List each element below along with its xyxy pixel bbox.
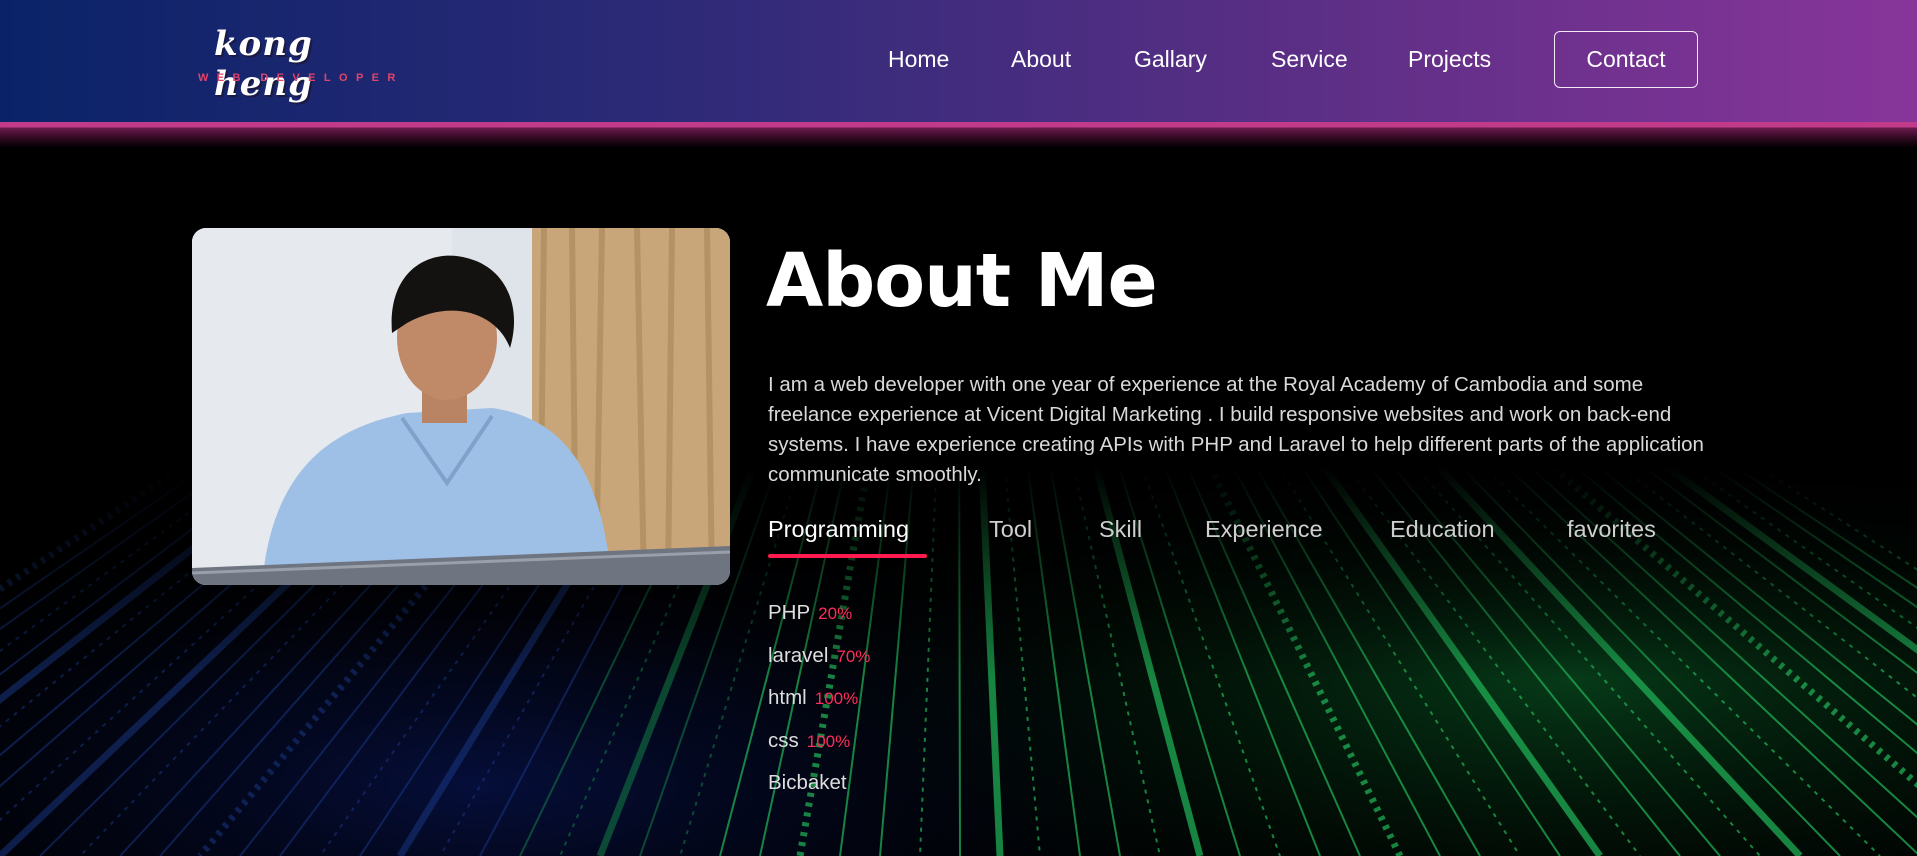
about-title: About Me — [766, 238, 1158, 324]
list-item: PHP 20% — [768, 601, 870, 644]
tab-skill[interactable]: Skill — [1099, 516, 1142, 543]
skill-name: css — [768, 728, 799, 752]
nav-gallary[interactable]: Gallary — [1134, 46, 1207, 73]
skill-name: PHP — [768, 601, 811, 624]
list-item: html 100% — [768, 686, 870, 729]
tab-education[interactable]: Education — [1390, 516, 1495, 543]
contact-button[interactable]: Contact — [1554, 31, 1698, 88]
main-nav: Home About Gallary Service Projects Cont… — [0, 0, 1917, 118]
tab-programming[interactable]: Programming — [768, 516, 909, 543]
list-item: css 100% — [768, 729, 870, 772]
about-description: I am a web developer with one year of ex… — [768, 373, 1704, 486]
nav-about[interactable]: About — [1011, 46, 1071, 73]
skill-name: laravel — [768, 643, 829, 667]
skill-percent: 70% — [836, 646, 871, 666]
skill-percent: 100% — [814, 689, 859, 708]
profile-photo — [192, 228, 730, 585]
list-item: laravel 70% — [768, 644, 870, 687]
list-item: Bicbaket — [768, 771, 870, 814]
skill-percent: 20% — [818, 604, 853, 623]
tab-experience[interactable]: Experience — [1205, 516, 1323, 543]
nav-home[interactable]: Home — [888, 46, 949, 73]
skill-percent: 100% — [806, 731, 851, 751]
site-header: kong heng WEB DEVELOPER Home About Galla… — [0, 0, 1917, 123]
tab-tool[interactable]: Tool — [989, 516, 1032, 543]
header-divider — [0, 122, 1917, 148]
active-tab-underline — [768, 554, 927, 558]
tab-favorites[interactable]: favorites — [1567, 516, 1656, 543]
skill-name: html — [768, 686, 807, 709]
about-tabs: Programming Tool Skill Experience Educat… — [768, 516, 1708, 560]
skill-list: PHP 20% laravel 70% html 100% css 100% Bicba… — [768, 601, 870, 814]
skill-name: Bicbaket — [768, 771, 847, 794]
nav-projects[interactable]: Projects — [1408, 46, 1491, 73]
nav-service[interactable]: Service — [1271, 46, 1348, 73]
